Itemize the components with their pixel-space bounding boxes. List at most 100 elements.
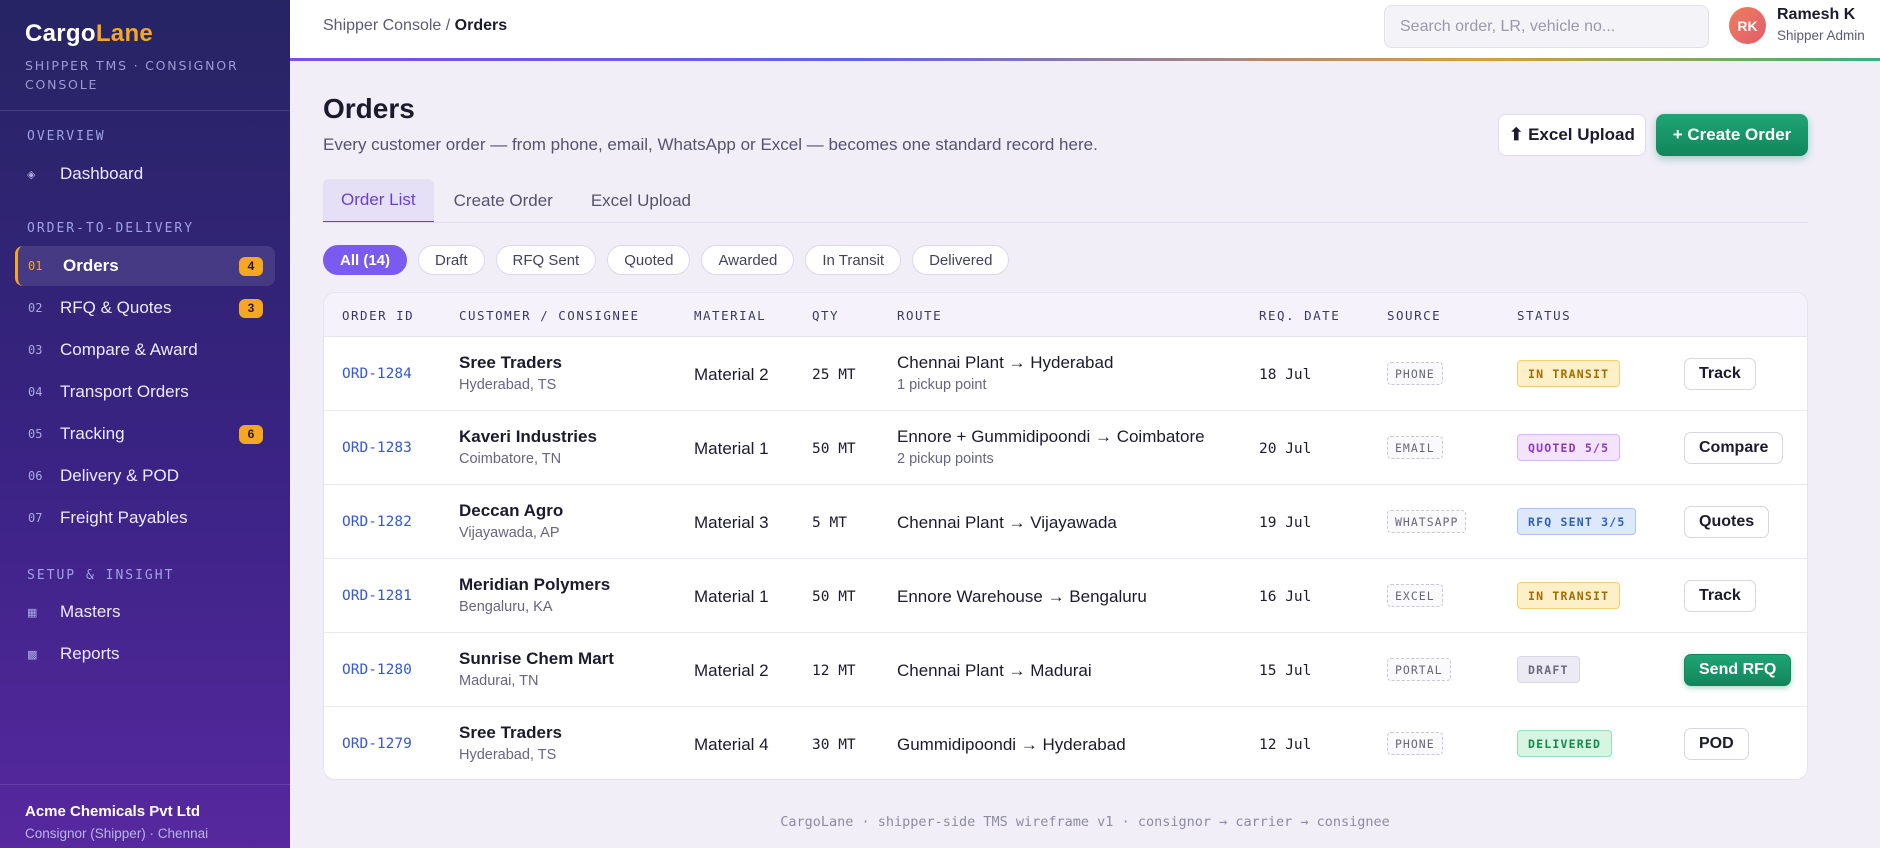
route: Chennai Plant → Madurai xyxy=(897,661,1092,680)
brand-name-part2: Lane xyxy=(95,20,154,47)
sidebar-item-masters[interactable]: ▦ Masters xyxy=(15,592,275,632)
required-date: 12 Jul xyxy=(1259,737,1312,753)
footer-note: CargoLane · shipper-side TMS wireframe v… xyxy=(780,814,1390,830)
sidebar-item-number: 04 xyxy=(28,385,43,399)
filter-chip-draft[interactable]: Draft xyxy=(418,245,485,275)
order-id-link[interactable]: ORD-1284 xyxy=(342,366,412,382)
avatar[interactable]: RK xyxy=(1729,7,1766,44)
sidebar-item-dashboard[interactable]: ◈ Dashboard xyxy=(15,154,275,194)
filter-chip-all[interactable]: All (14) xyxy=(323,245,408,275)
sidebar-item-label: Dashboard xyxy=(60,164,144,183)
tab-excel-upload[interactable]: Excel Upload xyxy=(573,179,709,223)
sidebar-item-number: 02 xyxy=(28,301,43,315)
customer-location: Bengaluru, KA xyxy=(459,599,553,615)
tab-order-list[interactable]: Order List xyxy=(323,179,434,223)
customer-name: Kaveri Industries xyxy=(459,427,597,446)
route: Chennai Plant → Vijayawada xyxy=(897,513,1117,532)
table-row[interactable]: ORD-1280 Sunrise Chem Mart Madurai, TN Mate… xyxy=(324,633,1807,707)
square-icon: ▩ xyxy=(27,648,38,661)
search-input[interactable] xyxy=(1384,5,1709,48)
quantity: 12 MT xyxy=(812,663,856,679)
column-header-source[interactable]: SOURCE xyxy=(1387,308,1441,323)
sidebar-item-label: Orders xyxy=(63,256,119,275)
material: Material 2 xyxy=(694,365,769,384)
table-row[interactable]: ORD-1281 Meridian Polymers Bengaluru, KA Ma… xyxy=(324,559,1807,633)
filter-chip-in-transit[interactable]: In Transit xyxy=(805,245,902,275)
page-title: Orders xyxy=(323,93,415,124)
order-id-link[interactable]: ORD-1283 xyxy=(342,440,412,456)
column-header-customer[interactable]: CUSTOMER / CONSIGNEE xyxy=(459,308,640,323)
table-row[interactable]: ORD-1282 Deccan Agro Vijayawada, AP Materia… xyxy=(324,485,1807,559)
breadcrumb-current: Orders xyxy=(454,17,508,34)
brand-logo[interactable]: CargoLane xyxy=(25,20,265,48)
sidebar-item-tracking[interactable]: 05 Tracking 6 xyxy=(15,414,275,454)
track-button[interactable]: Track xyxy=(1684,358,1756,390)
customer-location: Madurai, TN xyxy=(459,673,539,689)
brand: CargoLane SHIPPER TMS · CONSIGNOR CONSOL… xyxy=(0,0,290,94)
quotes-button[interactable]: Quotes xyxy=(1684,506,1770,538)
brand-subtitle: SHIPPER TMS · CONSIGNOR CONSOLE xyxy=(25,58,239,92)
send-rfq-button[interactable]: Send RFQ xyxy=(1684,654,1792,686)
pod-button[interactable]: POD xyxy=(1684,728,1749,760)
order-id-link[interactable]: ORD-1281 xyxy=(342,588,412,604)
table-row[interactable]: ORD-1284 Sree Traders Hyderabad, TS Materia… xyxy=(324,337,1807,411)
create-order-button[interactable]: + Create Order xyxy=(1656,114,1808,156)
table-row[interactable]: ORD-1279 Sree Traders Hyderabad, TS Materia… xyxy=(324,707,1807,779)
sidebar-item-compare-award[interactable]: 03 Compare & Award xyxy=(15,330,275,370)
table-header: ORDER ID CUSTOMER / CONSIGNEE MATERIAL Q… xyxy=(324,293,1807,337)
source-badge: PHONE xyxy=(1387,362,1443,385)
quantity: 50 MT xyxy=(812,589,856,605)
compare-button[interactable]: Compare xyxy=(1684,432,1784,464)
customer-name: Sunrise Chem Mart xyxy=(459,649,614,668)
user-name[interactable]: Ramesh K xyxy=(1777,6,1855,24)
material: Material 4 xyxy=(694,735,769,754)
sidebar-item-orders[interactable]: 01 Orders 4 xyxy=(15,246,275,286)
tabs-divider xyxy=(323,222,1808,223)
customer-name: Meridian Polymers xyxy=(459,575,611,594)
sidebar-item-freight-payables[interactable]: 07 Freight Payables xyxy=(15,498,275,538)
tab-bar: Order List Create Order Excel Upload xyxy=(323,179,711,223)
count-badge: 3 xyxy=(239,298,263,318)
filter-chip-rfq-sent[interactable]: RFQ Sent xyxy=(495,245,597,275)
pickup-points: 2 pickup points xyxy=(897,451,994,467)
sidebar-item-label: Delivery & POD xyxy=(60,466,180,485)
filter-chip-delivered[interactable]: Delivered xyxy=(912,245,1010,275)
column-header-req-date[interactable]: REQ. DATE xyxy=(1259,308,1340,323)
sidebar-item-number: 06 xyxy=(28,469,43,483)
table-row[interactable]: ORD-1283 Kaveri Industries Coimbatore, TN M… xyxy=(324,411,1807,485)
sidebar-item-number: 07 xyxy=(28,511,43,525)
tab-create-order[interactable]: Create Order xyxy=(436,179,571,223)
excel-upload-button[interactable]: ⬆ Excel Upload xyxy=(1498,114,1646,156)
sidebar-item-number: 05 xyxy=(28,427,43,441)
column-header-status[interactable]: STATUS xyxy=(1517,308,1571,323)
column-header-material[interactable]: MATERIAL xyxy=(694,308,766,323)
filter-chip-awarded[interactable]: Awarded xyxy=(701,245,795,275)
customer-name: Deccan Agro xyxy=(459,501,564,520)
column-header-order-id[interactable]: ORDER ID xyxy=(342,308,414,323)
sidebar-item-delivery-pod[interactable]: 06 Delivery & POD xyxy=(15,456,275,496)
order-id-link[interactable]: ORD-1282 xyxy=(342,514,412,530)
material: Material 2 xyxy=(694,661,769,680)
route: Gummidipoondi → Hyderabad xyxy=(897,735,1126,754)
quantity: 30 MT xyxy=(812,737,856,753)
sidebar-item-label: Masters xyxy=(60,602,121,621)
filter-chip-quoted[interactable]: Quoted xyxy=(607,245,691,275)
sidebar-item-label: Reports xyxy=(60,644,120,663)
customer-name: Sree Traders xyxy=(459,723,563,742)
track-button[interactable]: Track xyxy=(1684,580,1756,612)
sidebar-item-reports[interactable]: ▩ Reports xyxy=(15,634,275,674)
status-badge: DELIVERED xyxy=(1517,730,1613,757)
status-badge: IN TRANSIT xyxy=(1517,582,1621,609)
count-badge: 4 xyxy=(239,256,263,276)
order-id-link[interactable]: ORD-1280 xyxy=(342,662,412,678)
sidebar-item-label: Freight Payables xyxy=(60,508,188,527)
status-badge: QUOTED 5/5 xyxy=(1517,434,1621,461)
sidebar-item-transport-orders[interactable]: 04 Transport Orders xyxy=(15,372,275,412)
breadcrumb-parent[interactable]: Shipper Console / xyxy=(323,17,455,34)
column-header-qty[interactable]: QTY xyxy=(812,308,839,323)
customer-location: Vijayawada, AP xyxy=(459,525,560,541)
order-id-link[interactable]: ORD-1279 xyxy=(342,736,412,752)
sidebar-item-rfq-quotes[interactable]: 02 RFQ & Quotes 3 xyxy=(15,288,275,328)
company-subtitle: Consignor (Shipper) · Chennai xyxy=(25,826,209,841)
column-header-route[interactable]: ROUTE xyxy=(897,308,942,323)
